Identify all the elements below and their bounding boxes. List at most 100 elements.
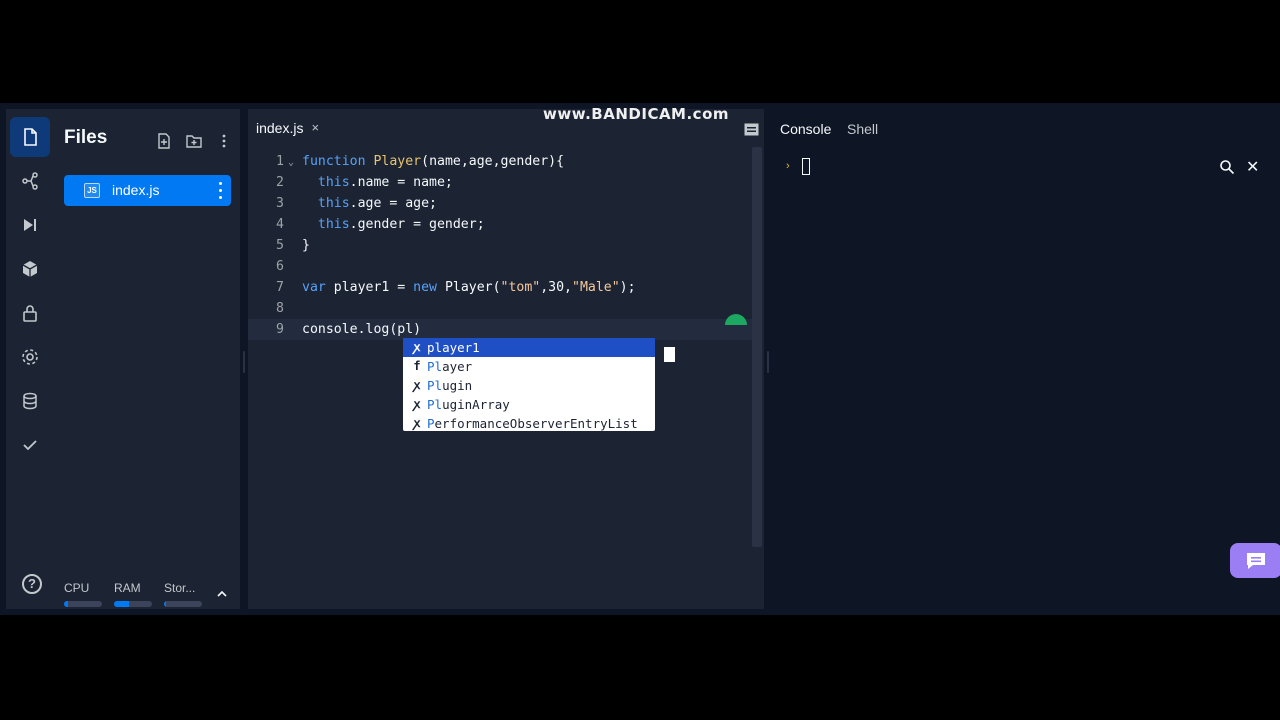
text-cursor <box>664 347 675 362</box>
code-line: 4 this.gender = gender; <box>248 214 754 235</box>
packages-icon[interactable] <box>10 249 50 289</box>
help-icon[interactable]: ? <box>22 574 42 594</box>
code-line: 5 } <box>248 235 754 256</box>
fold-chevron-icon[interactable]: ⌄ <box>288 152 294 173</box>
line-number: 7 <box>276 280 284 295</box>
settings-gear-icon[interactable] <box>10 337 50 377</box>
keyword: function <box>302 154 366 169</box>
new-file-icon[interactable] <box>156 133 172 149</box>
string-literal: "tom" <box>500 280 541 295</box>
string-literal: "Male" <box>572 280 620 295</box>
suggestion-text: erformanceObserverEntryList <box>434 416 638 431</box>
code-text: .age = age; <box>349 196 437 211</box>
secrets-lock-icon[interactable] <box>10 293 50 333</box>
database-icon[interactable] <box>10 381 50 421</box>
console-input[interactable] <box>802 158 810 175</box>
suggestion-item[interactable]: ꭗ player1 <box>403 338 655 357</box>
activity-bar: ? <box>6 109 54 609</box>
storage-label: Stor... <box>164 581 196 595</box>
code-text: } <box>302 238 310 253</box>
suggestion-item[interactable]: ꭗ PluginArray <box>403 395 655 414</box>
suggestion-item[interactable]: f Player <box>403 357 655 376</box>
tab-index-js[interactable]: index.js × <box>248 109 328 147</box>
suggestion-text: ugin <box>442 378 473 393</box>
search-icon[interactable] <box>1219 159 1235 175</box>
keyword: this <box>317 217 350 232</box>
code-line: 7 var player1 = new Player("tom",30,"Mal… <box>248 277 754 298</box>
suggestion-text: uginArray <box>442 397 510 412</box>
chat-button[interactable] <box>1230 543 1280 578</box>
close-tab-icon[interactable]: × <box>311 120 319 135</box>
file-item-index-js[interactable]: JS index.js <box>64 175 231 206</box>
code-line: 1 ⌄ function Player(name,age,gender){ <box>248 151 754 172</box>
suggestion-match: P <box>427 416 435 431</box>
code-line: 2 this.name = name; <box>248 172 754 193</box>
line-number: 9 <box>276 322 284 337</box>
code-text: (name,age,gender){ <box>421 154 565 169</box>
files-panel: Files JS index.js CPU RAM Stor... <box>54 109 240 609</box>
files-icon[interactable] <box>10 117 50 157</box>
tab-shell[interactable]: Shell <box>847 121 878 137</box>
line-number: 5 <box>276 238 284 253</box>
line-number: 2 <box>276 175 284 190</box>
file-name: index.js <box>112 182 160 198</box>
tab-label: index.js <box>256 119 304 136</box>
cpu-meter <box>64 601 102 607</box>
keyword: new <box>413 280 437 295</box>
variable-icon: ꭗ <box>413 397 421 411</box>
suggestion-item[interactable]: ꭗ Plugin <box>403 376 655 395</box>
panel-resize-handle[interactable] <box>767 351 769 373</box>
line-number: 8 <box>276 301 284 316</box>
ram-meter <box>114 601 152 607</box>
code-text: ); <box>619 280 636 295</box>
autocomplete-dropdown: ꭗ player1 f Player ꭗ Plugin ꭗ PluginArra… <box>403 338 655 431</box>
recording-watermark: www.BANDICAM.com <box>543 105 730 123</box>
line-number: 1 <box>276 154 284 169</box>
code-line: 3 this.age = age; <box>248 193 754 214</box>
line-number: 6 <box>276 259 284 274</box>
code-line: 6 <box>248 256 754 277</box>
chevron-up-icon[interactable] <box>217 589 227 599</box>
console-pane: Console Shell › ✕ <box>772 109 1280 609</box>
file-menu-icon[interactable] <box>219 182 223 199</box>
console-prompt-icon: › <box>786 160 790 172</box>
code-text: player1 = <box>325 280 414 295</box>
new-folder-icon[interactable] <box>186 133 202 149</box>
panel-resize-handle[interactable] <box>243 351 245 373</box>
variable-icon: ꭗ <box>413 378 421 392</box>
code-text: .name = name; <box>349 175 453 190</box>
keyword: var <box>302 280 326 295</box>
variable-icon: ꭗ <box>413 416 421 430</box>
suggestion-match: Pl <box>427 397 443 412</box>
storage-meter <box>164 601 202 607</box>
files-more-icon[interactable] <box>216 133 232 149</box>
suggestion-item[interactable]: ꭗ PerformanceObserverEntryList <box>403 414 655 433</box>
function-icon: f <box>413 359 421 373</box>
function-name: Player <box>373 154 422 169</box>
suggestion-match: Pl <box>427 378 443 393</box>
suggestion-text: ayer1 <box>442 340 480 355</box>
code-text: ,30, <box>540 280 572 295</box>
variable-icon: ꭗ <box>413 340 421 354</box>
layout-split-icon[interactable] <box>744 123 759 136</box>
line-number: 3 <box>276 196 284 211</box>
code-text: .gender = gender; <box>349 217 485 232</box>
suggestion-match: pl <box>427 340 443 355</box>
clear-console-icon[interactable]: ✕ <box>1246 157 1259 177</box>
ram-label: RAM <box>114 581 141 595</box>
code-line-active: 9 console.log(pl) <box>248 319 754 340</box>
editor-scrollbar[interactable] <box>752 147 762 547</box>
unit-tests-check-icon[interactable] <box>10 425 50 465</box>
debugger-icon[interactable] <box>10 205 50 245</box>
keyword: this <box>317 196 350 211</box>
line-number: 4 <box>276 217 284 232</box>
cpu-label: CPU <box>64 581 90 595</box>
version-control-icon[interactable] <box>10 161 50 201</box>
suggestion-match: Pl <box>427 359 443 374</box>
files-title: Files <box>64 127 108 148</box>
tab-console[interactable]: Console <box>780 121 831 137</box>
chat-icon <box>1247 552 1265 569</box>
keyword: this <box>317 175 350 190</box>
files-actions <box>156 133 232 149</box>
code-text: Player( <box>437 280 501 295</box>
